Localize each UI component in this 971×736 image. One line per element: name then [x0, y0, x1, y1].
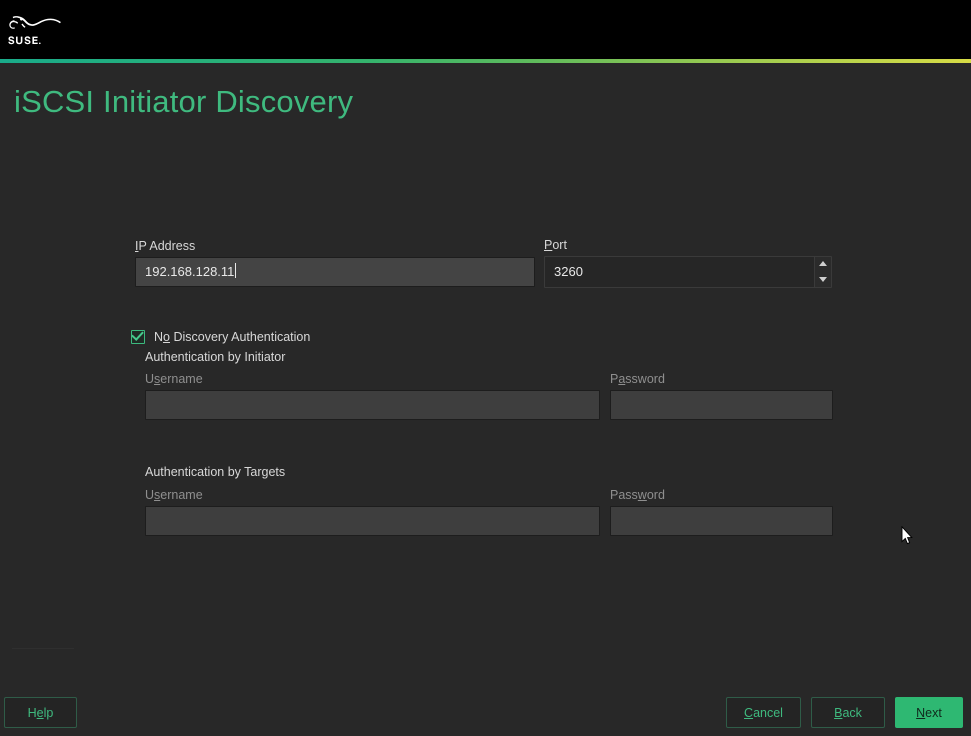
initiator-password-input[interactable] [610, 390, 833, 420]
auth-by-targets-heading: Authentication by Targets [145, 465, 286, 479]
port-value: 3260 [554, 264, 583, 279]
help-button[interactable]: He lp [4, 697, 77, 728]
no-auth-label-prefix: N [154, 330, 164, 344]
lbl-p2: ssword [625, 372, 665, 386]
port-label: Port [544, 238, 567, 252]
auth-by-initiator-heading: Authentication by Initiator [145, 350, 286, 364]
port-spinbox[interactable]: 3260 [544, 256, 832, 288]
no-discovery-auth-label: No Discovery Authentication [154, 330, 310, 344]
btn-accel: e [36, 705, 44, 720]
app-header [0, 0, 971, 59]
port-spin-buttons[interactable] [814, 257, 831, 287]
no-auth-label-suffix: Discovery Authentication [169, 330, 311, 344]
suse-chameleon-logo [8, 6, 88, 52]
header-accent-bar [0, 59, 971, 63]
triangle-down-icon[interactable] [815, 272, 831, 287]
page-title: iSCSI Initiator Discovery [14, 84, 354, 119]
targets-username-label: Username [145, 488, 203, 502]
ip-address-label: IP Address [135, 239, 196, 253]
cancel-button[interactable]: Cancel [726, 697, 801, 728]
text-caret [235, 263, 237, 278]
ip-address-label-accel: I [135, 239, 139, 253]
no-discovery-auth-checkbox[interactable] [131, 328, 145, 344]
arrow-pointer-icon [901, 525, 913, 545]
ip-address-input[interactable]: 192.168.128.11 [135, 257, 535, 287]
btn-p2: ack [842, 705, 862, 720]
lbl-p2: ername [160, 488, 203, 502]
checkmark-icon [131, 328, 144, 341]
btn-accel: B [834, 705, 843, 720]
lbl-pm: ass [618, 488, 638, 502]
ip-address-value: 192.168.128.11 [145, 264, 235, 279]
btn-p1: H [27, 705, 37, 720]
targets-password-label: Password [610, 488, 665, 502]
no-auth-label-accel: o [163, 330, 170, 344]
triangle-up-icon[interactable] [815, 257, 831, 272]
no-discovery-auth-row[interactable]: No Discovery Authentication [131, 328, 310, 344]
targets-password-input[interactable] [610, 506, 833, 536]
initiator-password-label: Password [610, 372, 665, 386]
initiator-username-label: Username [145, 372, 203, 386]
btn-accel: N [916, 705, 926, 720]
btn-p2: ext [925, 705, 942, 720]
back-button[interactable]: Back [811, 697, 885, 728]
footer-divider [12, 648, 74, 649]
btn-accel: C [744, 705, 754, 720]
targets-username-input[interactable] [145, 506, 600, 536]
lbl-p1: U [145, 488, 155, 502]
next-button[interactable]: Next [895, 697, 963, 728]
initiator-username-input[interactable] [145, 390, 600, 420]
lbl-p1: U [145, 372, 155, 386]
lbl-accel: w [637, 488, 647, 502]
lbl-p2: ername [160, 372, 203, 386]
btn-p2: lp [43, 705, 54, 720]
btn-p2: ancel [753, 705, 783, 720]
lbl-p2: ord [646, 488, 665, 502]
port-label-accel: P [544, 238, 553, 252]
